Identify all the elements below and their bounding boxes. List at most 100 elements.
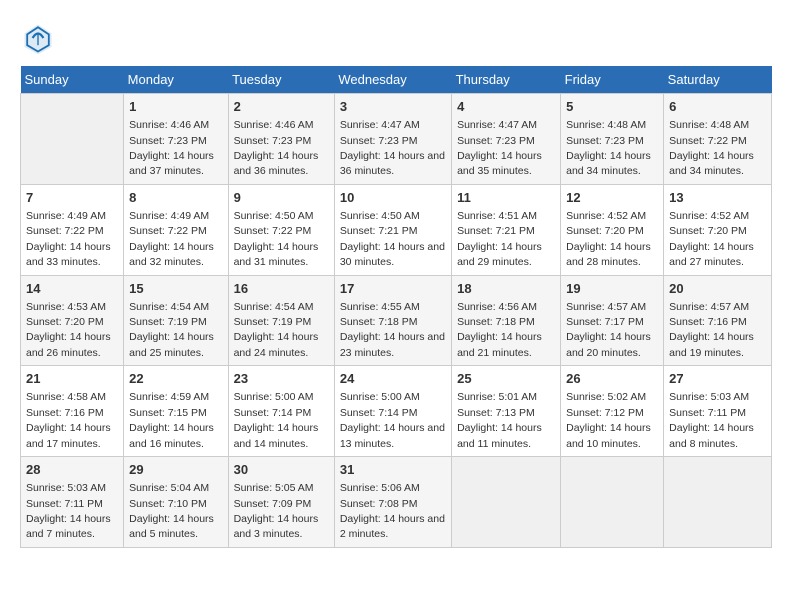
day-number: 6 xyxy=(669,98,766,116)
day-number: 18 xyxy=(457,280,555,298)
day-number: 11 xyxy=(457,189,555,207)
header-day-saturday: Saturday xyxy=(664,66,772,94)
cell-content: Sunrise: 4:47 AMSunset: 7:23 PMDaylight:… xyxy=(340,119,445,177)
cell-content: Sunrise: 5:00 AMSunset: 7:14 PMDaylight:… xyxy=(234,391,319,449)
calendar-cell: 25 Sunrise: 5:01 AMSunset: 7:13 PMDayligh… xyxy=(452,366,561,457)
cell-content: Sunrise: 4:59 AMSunset: 7:15 PMDaylight:… xyxy=(129,391,214,449)
header-day-monday: Monday xyxy=(124,66,228,94)
day-number: 4 xyxy=(457,98,555,116)
calendar-cell: 23 Sunrise: 5:00 AMSunset: 7:14 PMDayligh… xyxy=(228,366,334,457)
day-number: 1 xyxy=(129,98,222,116)
cell-content: Sunrise: 5:00 AMSunset: 7:14 PMDaylight:… xyxy=(340,391,445,449)
cell-content: Sunrise: 4:52 AMSunset: 7:20 PMDaylight:… xyxy=(669,210,754,268)
calendar-cell: 22 Sunrise: 4:59 AMSunset: 7:15 PMDayligh… xyxy=(124,366,228,457)
logo xyxy=(20,20,62,56)
calendar-cell: 7Sunrise: 4:49 AMSunset: 7:22 PMDaylight… xyxy=(21,184,124,275)
cell-content: Sunrise: 5:04 AMSunset: 7:10 PMDaylight:… xyxy=(129,482,214,540)
cell-content: Sunrise: 4:57 AMSunset: 7:16 PMDaylight:… xyxy=(669,301,754,359)
calendar-cell: 26Sunrise: 5:02 AMSunset: 7:12 PMDayligh… xyxy=(561,366,664,457)
week-row-5: 28Sunrise: 5:03 AMSunset: 7:11 PMDayligh… xyxy=(21,457,772,548)
calendar-cell: 5 Sunrise: 4:48 AMSunset: 7:23 PMDaylight… xyxy=(561,94,664,185)
calendar-body: 1 Sunrise: 4:46 AMSunset: 7:23 PMDaylight… xyxy=(21,94,772,548)
calendar-cell: 12Sunrise: 4:52 AMSunset: 7:20 PMDayligh… xyxy=(561,184,664,275)
day-number: 5 xyxy=(566,98,658,116)
cell-content: Sunrise: 5:05 AMSunset: 7:09 PMDaylight:… xyxy=(234,482,319,540)
cell-content: Sunrise: 4:49 AMSunset: 7:22 PMDaylight:… xyxy=(129,210,214,268)
calendar-cell: 18 Sunrise: 4:56 AMSunset: 7:18 PMDayligh… xyxy=(452,275,561,366)
day-number: 22 xyxy=(129,370,222,388)
calendar-cell: 2Sunrise: 4:46 AMSunset: 7:23 PMDaylight… xyxy=(228,94,334,185)
day-number: 16 xyxy=(234,280,329,298)
day-number: 24 xyxy=(340,370,446,388)
cell-content: Sunrise: 5:01 AMSunset: 7:13 PMDaylight:… xyxy=(457,391,542,449)
cell-content: Sunrise: 4:48 AMSunset: 7:23 PMDaylight:… xyxy=(566,119,651,177)
calendar-cell: 21 Sunrise: 4:58 AMSunset: 7:16 PMDayligh… xyxy=(21,366,124,457)
week-row-3: 14Sunrise: 4:53 AMSunset: 7:20 PMDayligh… xyxy=(21,275,772,366)
cell-content: Sunrise: 4:46 AMSunset: 7:23 PMDaylight:… xyxy=(129,119,214,177)
day-number: 12 xyxy=(566,189,658,207)
calendar-cell: 20 Sunrise: 4:57 AMSunset: 7:16 PMDayligh… xyxy=(664,275,772,366)
calendar-cell: 6 Sunrise: 4:48 AMSunset: 7:22 PMDaylight… xyxy=(664,94,772,185)
calendar-cell: 8 Sunrise: 4:49 AMSunset: 7:22 PMDaylight… xyxy=(124,184,228,275)
day-number: 9 xyxy=(234,189,329,207)
day-number: 25 xyxy=(457,370,555,388)
calendar-header: SundayMondayTuesdayWednesdayThursdayFrid… xyxy=(21,66,772,94)
header-day-thursday: Thursday xyxy=(452,66,561,94)
day-number: 29 xyxy=(129,461,222,479)
cell-content: Sunrise: 4:53 AMSunset: 7:20 PMDaylight:… xyxy=(26,301,111,359)
cell-content: Sunrise: 5:03 AMSunset: 7:11 PMDaylight:… xyxy=(26,482,111,540)
day-number: 20 xyxy=(669,280,766,298)
calendar-cell xyxy=(452,457,561,548)
day-number: 3 xyxy=(340,98,446,116)
day-number: 21 xyxy=(26,370,118,388)
day-number: 30 xyxy=(234,461,329,479)
day-number: 7 xyxy=(26,189,118,207)
cell-content: Sunrise: 4:50 AMSunset: 7:22 PMDaylight:… xyxy=(234,210,319,268)
calendar-cell: 30 Sunrise: 5:05 AMSunset: 7:09 PMDayligh… xyxy=(228,457,334,548)
logo-icon xyxy=(20,20,56,56)
cell-content: Sunrise: 4:48 AMSunset: 7:22 PMDaylight:… xyxy=(669,119,754,177)
calendar-cell: 9 Sunrise: 4:50 AMSunset: 7:22 PMDaylight… xyxy=(228,184,334,275)
page-header xyxy=(20,20,772,56)
calendar-cell xyxy=(561,457,664,548)
day-number: 31 xyxy=(340,461,446,479)
cell-content: Sunrise: 4:58 AMSunset: 7:16 PMDaylight:… xyxy=(26,391,111,449)
cell-content: Sunrise: 4:55 AMSunset: 7:18 PMDaylight:… xyxy=(340,301,445,359)
day-number: 8 xyxy=(129,189,222,207)
calendar-cell: 4 Sunrise: 4:47 AMSunset: 7:23 PMDaylight… xyxy=(452,94,561,185)
day-number: 10 xyxy=(340,189,446,207)
calendar-cell: 11 Sunrise: 4:51 AMSunset: 7:21 PMDayligh… xyxy=(452,184,561,275)
cell-content: Sunrise: 5:03 AMSunset: 7:11 PMDaylight:… xyxy=(669,391,754,449)
day-number: 13 xyxy=(669,189,766,207)
cell-content: Sunrise: 5:06 AMSunset: 7:08 PMDaylight:… xyxy=(340,482,445,540)
calendar-cell: 3 Sunrise: 4:47 AMSunset: 7:23 PMDaylight… xyxy=(334,94,451,185)
cell-content: Sunrise: 4:51 AMSunset: 7:21 PMDaylight:… xyxy=(457,210,542,268)
week-row-1: 1 Sunrise: 4:46 AMSunset: 7:23 PMDaylight… xyxy=(21,94,772,185)
cell-content: Sunrise: 4:50 AMSunset: 7:21 PMDaylight:… xyxy=(340,210,445,268)
calendar-cell: 1 Sunrise: 4:46 AMSunset: 7:23 PMDaylight… xyxy=(124,94,228,185)
day-number: 23 xyxy=(234,370,329,388)
calendar-cell: 24 Sunrise: 5:00 AMSunset: 7:14 PMDayligh… xyxy=(334,366,451,457)
calendar-cell: 15Sunrise: 4:54 AMSunset: 7:19 PMDayligh… xyxy=(124,275,228,366)
cell-content: Sunrise: 4:56 AMSunset: 7:18 PMDaylight:… xyxy=(457,301,542,359)
calendar-cell: 29 Sunrise: 5:04 AMSunset: 7:10 PMDayligh… xyxy=(124,457,228,548)
week-row-2: 7 Sunrise: 4:49 AMSunset: 7:22 PMDaylight… xyxy=(21,184,772,275)
cell-content: Sunrise: 4:54 AMSunset: 7:19 PMDaylight:… xyxy=(234,301,319,359)
calendar-cell: 31 Sunrise: 5:06 AMSunset: 7:08 PMDayligh… xyxy=(334,457,451,548)
cell-content: Sunrise: 4:47 AMSunset: 7:23 PMDaylight:… xyxy=(457,119,542,177)
calendar-cell: 13 Sunrise: 4:52 AMSunset: 7:20 PMDayligh… xyxy=(664,184,772,275)
calendar-cell: 19Sunrise: 4:57 AMSunset: 7:17 PMDayligh… xyxy=(561,275,664,366)
day-number: 17 xyxy=(340,280,446,298)
calendar-cell: 27 Sunrise: 5:03 AMSunset: 7:11 PMDayligh… xyxy=(664,366,772,457)
calendar-cell: 17 Sunrise: 4:55 AMSunset: 7:18 PMDayligh… xyxy=(334,275,451,366)
calendar-cell: 16 Sunrise: 4:54 AMSunset: 7:19 PMDayligh… xyxy=(228,275,334,366)
day-number: 19 xyxy=(566,280,658,298)
header-row: SundayMondayTuesdayWednesdayThursdayFrid… xyxy=(21,66,772,94)
cell-content: Sunrise: 4:54 AMSunset: 7:19 PMDaylight:… xyxy=(129,301,214,359)
cell-content: Sunrise: 5:02 AMSunset: 7:12 PMDaylight:… xyxy=(566,391,651,449)
header-day-wednesday: Wednesday xyxy=(334,66,451,94)
calendar-cell xyxy=(21,94,124,185)
header-day-tuesday: Tuesday xyxy=(228,66,334,94)
calendar-cell xyxy=(664,457,772,548)
day-number: 27 xyxy=(669,370,766,388)
